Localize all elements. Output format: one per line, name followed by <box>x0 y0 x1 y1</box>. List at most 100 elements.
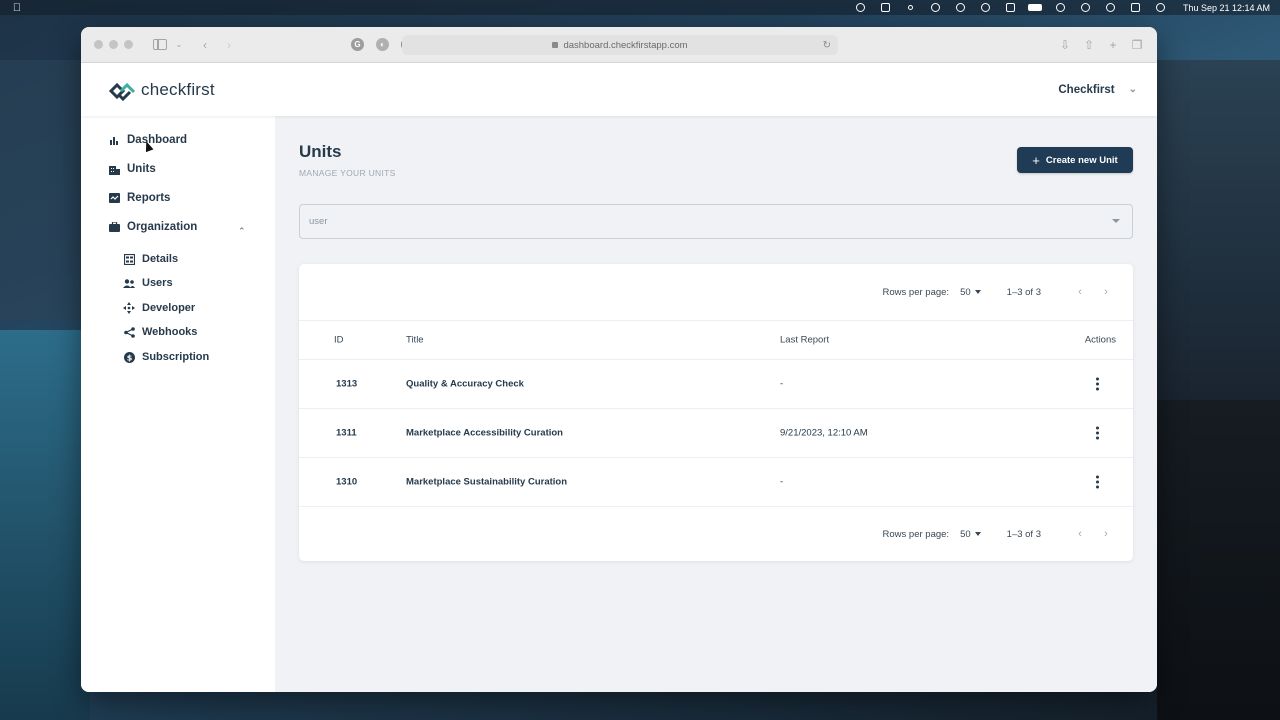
wifi-icon[interactable] <box>1048 0 1073 15</box>
battery-icon[interactable] <box>1023 0 1048 15</box>
sidebar-item-details[interactable]: Details <box>123 253 178 265</box>
developer-icon <box>123 302 135 314</box>
caret-down-icon <box>1112 219 1120 223</box>
plus-icon: + <box>1032 152 1040 168</box>
close-window-button[interactable] <box>94 40 103 49</box>
previous-page-button[interactable]: ‹ <box>1073 286 1087 298</box>
column-header-actions: Actions <box>1084 334 1116 346</box>
column-header-last-report[interactable]: Last Report <box>780 335 829 346</box>
pagination-bottom: Rows per page: 50 1–3 of 3 ‹ › <box>299 506 1133 562</box>
share-icon[interactable]: ⇧ <box>1079 35 1099 55</box>
brightness-icon[interactable] <box>923 0 948 15</box>
unit-title[interactable]: Marketplace Sustainability Curation <box>406 477 567 488</box>
sidebar-item-developer[interactable]: Developer <box>123 302 195 314</box>
status-icon[interactable] <box>898 0 923 15</box>
create-unit-button-label: Create new Unit <box>1045 154 1118 166</box>
app-menu-icon[interactable] <box>873 0 898 15</box>
column-header-id[interactable]: ID <box>334 335 344 346</box>
pagination-top: Rows per page: 50 1–3 of 3 ‹ › <box>299 264 1133 320</box>
rows-per-page-select[interactable]: 50 <box>960 529 981 540</box>
tab-overview-icon[interactable]: ❐ <box>1127 35 1147 55</box>
unit-id: 1313 <box>336 378 358 390</box>
desktop-wallpaper-water <box>0 330 90 720</box>
menu-bar-clock[interactable]: Thu Sep 21 12:14 AM <box>1183 3 1270 13</box>
url-text: dashboard.checkfirstapp.com <box>563 39 688 51</box>
zoom-window-button[interactable] <box>124 40 133 49</box>
forward-button[interactable]: › <box>219 35 239 55</box>
table-row[interactable]: 1311 Marketplace Accessibility Curation … <box>299 409 1133 458</box>
logo-text: checkfirst <box>141 79 215 99</box>
more-actions-icon[interactable] <box>1095 475 1099 489</box>
table-row[interactable]: 1313 Quality & Accuracy Check - <box>299 360 1133 409</box>
user-icon[interactable] <box>1073 0 1098 15</box>
browser-window: ⌄ ‹ › G ◐ B dashboard.checkfirstapp.com … <box>81 27 1157 692</box>
sidebar-item-label: Users <box>142 277 173 289</box>
sidebar-item-label: Dashboard <box>127 134 188 146</box>
sidebar-item-webhooks[interactable]: Webhooks <box>123 326 197 338</box>
reload-icon[interactable]: ↻ <box>823 40 831 51</box>
sidebar-item-label: Subscription <box>142 351 210 363</box>
more-actions-icon[interactable] <box>1095 426 1099 440</box>
rows-per-page-label: Rows per page: <box>882 528 950 540</box>
dollar-icon: $ <box>123 351 135 363</box>
building-icon <box>108 163 120 175</box>
desktop-wallpaper-mountain <box>1157 60 1280 400</box>
unit-title[interactable]: Marketplace Accessibility Curation <box>406 428 563 439</box>
svg-text:$: $ <box>126 353 132 362</box>
creative-cloud-icon[interactable] <box>848 0 873 15</box>
logo[interactable]: checkfirst <box>108 79 215 101</box>
sidebar-item-label: Developer <box>142 302 196 314</box>
new-tab-icon[interactable]: + <box>1103 35 1123 55</box>
organization-name: Checkfirst <box>1058 83 1115 96</box>
sidebar-toggle-icon[interactable] <box>153 39 167 50</box>
details-icon <box>123 253 135 265</box>
app-header: checkfirst Checkfirst ⌄ <box>81 63 1157 116</box>
sidebar-item-users[interactable]: Users <box>123 277 173 289</box>
more-actions-icon[interactable] <box>1095 377 1099 391</box>
rows-per-page-value: 50 <box>960 528 971 540</box>
apple-menu-icon[interactable]:  <box>10 2 24 14</box>
sidebar-item-label: Webhooks <box>142 326 198 338</box>
desktop-wallpaper-hill <box>0 60 90 320</box>
sidebar-item-subscription[interactable]: $ Subscription <box>123 351 209 363</box>
window-controls <box>94 40 133 49</box>
previous-page-button[interactable]: ‹ <box>1073 528 1087 540</box>
play-icon[interactable] <box>973 0 998 15</box>
sidebar-item-reports[interactable]: Reports <box>108 192 170 204</box>
chevron-down-icon: ⌄ <box>1128 84 1137 95</box>
spotlight-search-icon[interactable] <box>1098 0 1123 15</box>
chevron-up-icon[interactable]: ⌃ <box>238 226 246 237</box>
unit-last-report: - <box>780 378 784 390</box>
sidebar-item-label: Units <box>127 163 156 175</box>
sidebar-item-label: Organization <box>127 221 198 233</box>
shield-extension-icon[interactable]: ◐ <box>376 38 389 51</box>
user-filter-select[interactable]: user <box>299 204 1133 239</box>
browser-toolbar-right: ⇩ ⇧ + ❐ <box>1055 35 1147 55</box>
grammarly-extension-icon[interactable]: G <box>351 38 364 51</box>
rows-per-page-select[interactable]: 50 <box>960 287 981 298</box>
sidebar-item-units[interactable]: Units <box>108 163 156 175</box>
download-icon[interactable]: ⇩ <box>1055 35 1075 55</box>
briefcase-icon <box>108 221 120 233</box>
control-center-icon[interactable] <box>1123 0 1148 15</box>
minimize-window-button[interactable] <box>109 40 118 49</box>
chevron-down-icon[interactable]: ⌄ <box>169 35 189 55</box>
page-title: Units <box>299 142 342 161</box>
next-page-button[interactable]: › <box>1099 286 1113 298</box>
car-icon[interactable] <box>998 0 1023 15</box>
create-unit-button[interactable]: + Create new Unit <box>1017 147 1133 173</box>
column-header-title[interactable]: Title <box>406 335 424 346</box>
pagination-range: 1–3 of 3 <box>1006 286 1041 298</box>
table-row[interactable]: 1310 Marketplace Sustainability Curation… <box>299 458 1133 507</box>
grammarly-icon[interactable] <box>948 0 973 15</box>
sidebar: Dashboard Units Reports Organization ⌃ D… <box>81 116 275 692</box>
share-icon <box>123 326 135 338</box>
address-bar[interactable]: dashboard.checkfirstapp.com ↻ <box>402 35 838 55</box>
organization-switcher[interactable]: Checkfirst ⌄ <box>1058 84 1137 96</box>
back-button[interactable]: ‹ <box>195 35 215 55</box>
sidebar-item-organization[interactable]: Organization <box>108 221 197 233</box>
next-page-button[interactable]: › <box>1099 528 1113 540</box>
siri-icon[interactable] <box>1148 0 1173 15</box>
macos-menu-bar:  Thu Sep 21 12:14 AM <box>0 0 1280 15</box>
unit-title[interactable]: Quality & Accuracy Check <box>406 379 524 390</box>
